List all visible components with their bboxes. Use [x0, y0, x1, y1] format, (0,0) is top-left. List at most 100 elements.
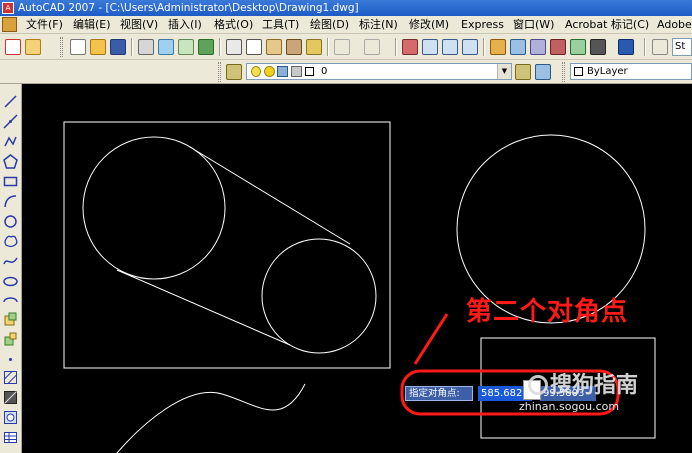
- plot-icon[interactable]: [291, 66, 302, 77]
- circle-small: [261, 238, 377, 354]
- circle-icon[interactable]: [3, 214, 18, 229]
- make-current-layer-icon[interactable]: [515, 64, 531, 80]
- toolbar-separator: [483, 38, 485, 56]
- table-icon[interactable]: [3, 430, 18, 445]
- title-bar: A AutoCAD 2007 - [C:\Users\Administrator…: [0, 0, 692, 16]
- spline-icon[interactable]: [3, 254, 18, 269]
- pdf-settings-icon[interactable]: [25, 39, 41, 55]
- menu-draw[interactable]: 绘图(D): [310, 16, 349, 33]
- autocad-app-icon[interactable]: A: [2, 2, 14, 14]
- toolbar-grip[interactable]: [60, 37, 63, 57]
- design-center-icon[interactable]: [510, 39, 526, 55]
- menu-dimension[interactable]: 标注(N): [359, 16, 398, 33]
- circle-large-left: [82, 136, 226, 280]
- construction-line-icon[interactable]: [3, 114, 18, 129]
- layer-combo[interactable]: 0 ▼: [246, 63, 512, 80]
- rectangle-icon[interactable]: [3, 174, 18, 189]
- color-combo[interactable]: ByLayer: [570, 63, 692, 80]
- block-editor-icon[interactable]: [306, 39, 322, 55]
- menu-adobe[interactable]: Adobe: [657, 16, 692, 33]
- calculator-icon[interactable]: [590, 39, 606, 55]
- toolbar-separator: [219, 38, 221, 56]
- layer-manager-icon[interactable]: [226, 64, 242, 80]
- layer-previous-icon[interactable]: [535, 64, 551, 80]
- lightbulb-icon[interactable]: [251, 66, 261, 77]
- toolbar-grip[interactable]: [218, 62, 221, 82]
- line-icon[interactable]: [3, 94, 18, 109]
- draw-toolbar: [0, 84, 22, 453]
- arc-icon[interactable]: [3, 194, 18, 209]
- menu-insert[interactable]: 插入(I): [168, 16, 202, 33]
- copy-icon[interactable]: [246, 39, 262, 55]
- gradient-icon[interactable]: [3, 390, 18, 405]
- point-icon[interactable]: [3, 352, 18, 367]
- menu-express[interactable]: Express: [461, 16, 504, 33]
- polyline-icon[interactable]: [3, 134, 18, 149]
- new-file-icon[interactable]: [70, 39, 86, 55]
- match-properties-icon[interactable]: [286, 39, 302, 55]
- chevron-down-icon[interactable]: ▼: [497, 64, 511, 79]
- sun-icon[interactable]: [264, 66, 275, 77]
- plot-preview-icon[interactable]: [158, 39, 174, 55]
- publish-icon[interactable]: [178, 39, 194, 55]
- tool-palettes-icon[interactable]: [530, 39, 546, 55]
- watermark: 搜狗指南: [528, 367, 638, 399]
- print-icon[interactable]: [138, 39, 154, 55]
- ellipse-arc-icon[interactable]: [3, 294, 18, 309]
- ellipse-icon[interactable]: [3, 274, 18, 289]
- annotation-label: 第二个对角点: [466, 297, 629, 327]
- redo-icon[interactable]: [364, 39, 380, 55]
- menu-file[interactable]: 文件(F): [26, 16, 63, 33]
- toolbar-separator: [644, 38, 646, 56]
- zoom-window-icon[interactable]: [442, 39, 458, 55]
- menu-edit[interactable]: 编辑(E): [73, 16, 111, 33]
- zoom-previous-icon[interactable]: [462, 39, 478, 55]
- spline-curve: [116, 383, 306, 453]
- make-block-icon[interactable]: [3, 332, 18, 347]
- sogou-logo-icon: [528, 375, 548, 395]
- zoom-realtime-icon[interactable]: [422, 39, 438, 55]
- properties-icon[interactable]: [490, 39, 506, 55]
- polygon-icon[interactable]: [3, 154, 18, 169]
- color-swatch: [574, 67, 583, 76]
- menu-acrobat[interactable]: Acrobat 标记(C): [565, 16, 649, 33]
- layer-color-swatch: [305, 67, 314, 76]
- undo-icon[interactable]: [334, 39, 350, 55]
- save-icon[interactable]: [110, 39, 126, 55]
- insert-block-icon[interactable]: [3, 312, 18, 327]
- standard-toolbar: [0, 34, 692, 60]
- menu-view[interactable]: 视图(V): [120, 16, 158, 33]
- menu-format[interactable]: 格式(O): [214, 16, 253, 33]
- window-title: AutoCAD 2007 - [C:\Users\Administrator\D…: [18, 2, 359, 14]
- sheet-set-icon[interactable]: [550, 39, 566, 55]
- toolbar-separator: [131, 38, 133, 56]
- watermark-url: zhinan.sogou.com: [519, 400, 620, 413]
- revision-cloud-icon[interactable]: [3, 234, 18, 249]
- document-icon[interactable]: [2, 17, 17, 32]
- toolbar-grip[interactable]: [562, 62, 565, 82]
- color-value: ByLayer: [587, 66, 628, 77]
- dynamic-input-prompt: 指定对角点:: [405, 386, 473, 401]
- text-style-combo[interactable]: St: [672, 38, 692, 56]
- markup-icon[interactable]: [570, 39, 586, 55]
- hatch-icon[interactable]: [3, 370, 18, 385]
- menu-window[interactable]: 窗口(W): [513, 16, 554, 33]
- layer-name: 0: [321, 66, 328, 77]
- paste-icon[interactable]: [266, 39, 282, 55]
- tangent-line-top: [189, 146, 351, 245]
- region-icon[interactable]: [3, 410, 18, 425]
- pdf-icon[interactable]: [5, 39, 21, 55]
- globe-icon[interactable]: [198, 39, 214, 55]
- pan-icon[interactable]: [402, 39, 418, 55]
- rectangle-shape: [63, 121, 391, 369]
- watermark-text: 搜狗指南: [550, 373, 639, 398]
- open-folder-icon[interactable]: [90, 39, 106, 55]
- menu-modify[interactable]: 修改(M): [409, 16, 449, 33]
- text-style-icon[interactable]: [652, 39, 668, 55]
- cut-icon[interactable]: [226, 39, 242, 55]
- toolbar-separator: [395, 38, 397, 56]
- help-icon[interactable]: [618, 39, 634, 55]
- lock-icon[interactable]: [277, 66, 288, 77]
- annotation-pointer-line: [413, 313, 449, 365]
- menu-tools[interactable]: 工具(T): [262, 16, 299, 33]
